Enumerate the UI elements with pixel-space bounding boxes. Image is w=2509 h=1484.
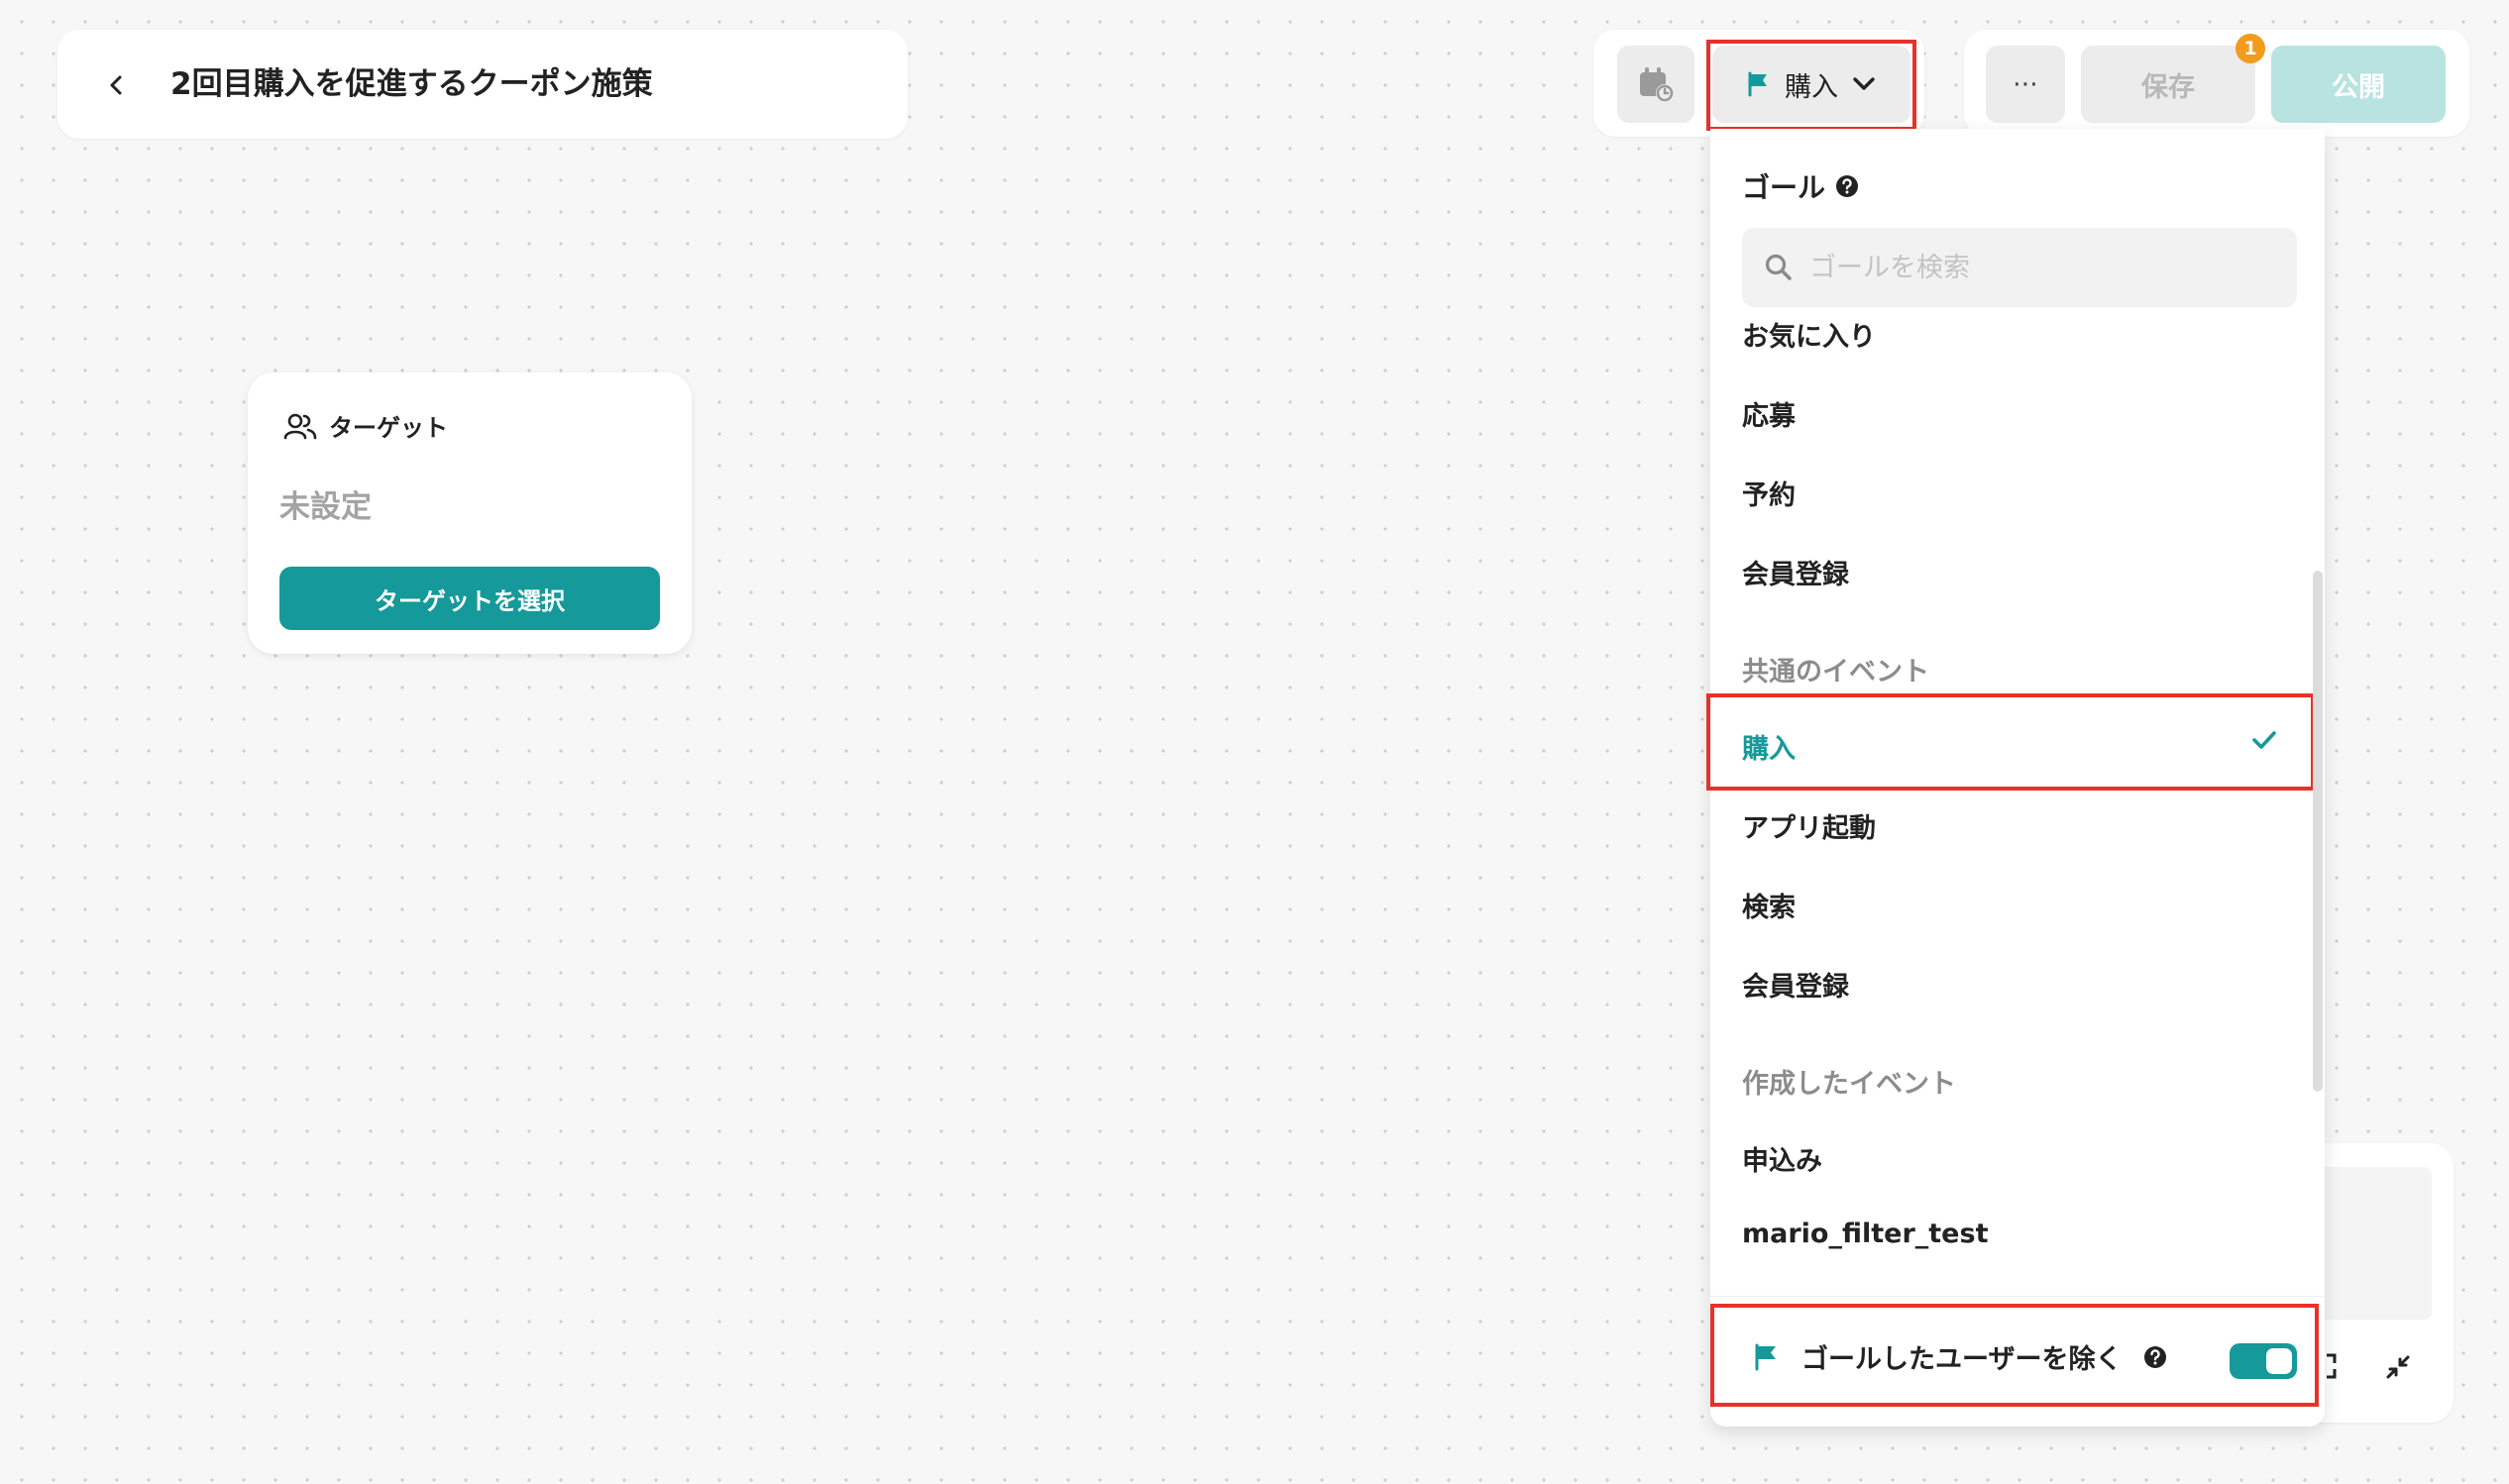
goal-option[interactable]: mario_filter_test bbox=[1742, 1219, 1988, 1249]
goal-dropdown-title: ゴール bbox=[1742, 171, 1826, 204]
toggle-knob bbox=[2266, 1348, 2292, 1374]
back-button[interactable] bbox=[91, 59, 143, 111]
goal-option[interactable]: アプリ起動 bbox=[1742, 806, 1876, 845]
goal-search-field[interactable] bbox=[1742, 228, 2297, 307]
goal-button-label: 購入 bbox=[1785, 71, 1838, 103]
goal-search-input[interactable] bbox=[1807, 251, 2287, 284]
select-target-button[interactable]: ターゲットを選択 bbox=[279, 567, 660, 630]
target-value: 未設定 bbox=[279, 489, 372, 525]
more-icon: ⋯ bbox=[2013, 69, 2038, 99]
chevron-left-icon bbox=[110, 75, 122, 95]
target-node-title: ターゲット bbox=[329, 414, 448, 442]
group-heading-common: 共通のイベント bbox=[1742, 657, 1929, 688]
save-button[interactable]: 保存 bbox=[2081, 46, 2255, 123]
dropdown-divider bbox=[1710, 1296, 2325, 1297]
goal-option[interactable]: 会員登録 bbox=[1742, 553, 1849, 591]
schedule-button[interactable] bbox=[1617, 46, 1694, 123]
chevron-down-icon bbox=[1853, 77, 1875, 90]
save-label: 保存 bbox=[2141, 71, 2195, 103]
dropdown-scrollbar[interactable] bbox=[2313, 571, 2323, 1092]
goal-option[interactable]: 会員登録 bbox=[1742, 965, 1849, 1004]
notification-badge: 1 bbox=[2236, 34, 2265, 63]
publish-label: 公開 bbox=[2332, 71, 2385, 103]
more-options-button[interactable]: ⋯ bbox=[1986, 46, 2065, 123]
exclude-goal-users-label: ゴールしたユーザーを除く bbox=[1801, 1344, 2123, 1375]
goal-option[interactable]: 応募 bbox=[1742, 394, 1796, 433]
goal-option[interactable]: お気に入り bbox=[1742, 315, 1876, 354]
goal-option[interactable]: 申込み bbox=[1742, 1139, 1822, 1178]
search-icon bbox=[1765, 254, 1792, 280]
goal-option-selected[interactable]: 購入 bbox=[1742, 727, 1796, 766]
exclude-goal-users-row: ゴールしたユーザーを除く bbox=[1754, 1337, 2167, 1376]
page-title: 2回目購入を促進するクーポン施策 bbox=[170, 66, 653, 102]
goal-select-button[interactable]: 購入 bbox=[1712, 46, 1910, 123]
goal-dropdown-header: ゴール bbox=[1742, 166, 1859, 206]
help-icon[interactable] bbox=[1835, 174, 1859, 198]
exclude-goal-users-toggle[interactable] bbox=[2230, 1343, 2297, 1379]
target-node-header: ターゲット bbox=[283, 408, 448, 443]
check-icon bbox=[2252, 731, 2276, 749]
group-heading-created: 作成したイベント bbox=[1742, 1069, 1956, 1100]
calendar-clock-icon bbox=[1640, 67, 1674, 102]
goal-option[interactable]: 予約 bbox=[1742, 474, 1796, 512]
collapse-icon[interactable] bbox=[2382, 1351, 2414, 1383]
flag-icon bbox=[1748, 71, 1767, 97]
flag-icon bbox=[1755, 1343, 1776, 1370]
goal-option[interactable]: 検索 bbox=[1742, 886, 1796, 924]
users-icon bbox=[283, 413, 317, 439]
help-icon[interactable] bbox=[2143, 1345, 2167, 1369]
publish-button[interactable]: 公開 bbox=[2271, 46, 2446, 123]
